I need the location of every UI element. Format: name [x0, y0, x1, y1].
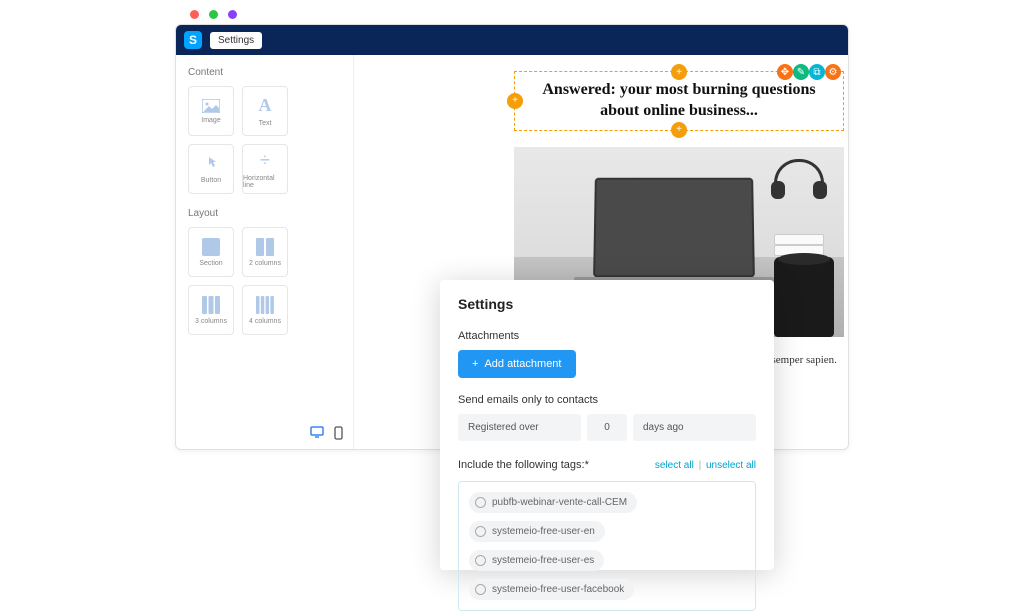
- tags-label: Include the following tags:*: [458, 459, 589, 471]
- tile-3col[interactable]: 3 columns: [188, 285, 234, 335]
- sidebar-content-label: Content: [188, 67, 341, 78]
- select-all-link[interactable]: select all: [655, 460, 694, 471]
- edit-handle[interactable]: ✎: [793, 64, 809, 80]
- tag-label: systemeio-free-user-en: [492, 526, 595, 537]
- tag-label: pubfb-webinar-vente-call-CEM: [492, 497, 627, 508]
- radio-icon: [475, 584, 486, 595]
- settings-modal: Settings Attachments + Add attachment Se…: [440, 280, 774, 570]
- image-icon: [202, 99, 220, 113]
- tile-hr-label: Horizontal line: [243, 175, 287, 189]
- pointer-icon: [203, 155, 219, 173]
- tile-2col[interactable]: 2 columns: [242, 227, 288, 277]
- add-attachment-button[interactable]: + Add attachment: [458, 350, 576, 378]
- tile-section-label: Section: [199, 260, 222, 267]
- tag-item[interactable]: pubfb-webinar-vente-call-CEM: [469, 492, 637, 513]
- tile-text[interactable]: A Text: [242, 86, 288, 136]
- sidebar-layout-label: Layout: [188, 208, 341, 219]
- unselect-all-link[interactable]: unselect all: [706, 460, 756, 471]
- headline-block[interactable]: + + + ✎ ⧉ ⚙ ✥ Answered: your most burnin…: [514, 71, 844, 131]
- tag-label: systemeio-free-user-es: [492, 555, 594, 566]
- laptop-shape: [574, 177, 774, 297]
- cup-shape: [774, 257, 834, 337]
- modal-title: Settings: [458, 296, 756, 312]
- window-traffic-lights: [190, 10, 237, 19]
- headphones-shape: [774, 159, 824, 199]
- attachments-label: Attachments: [458, 330, 756, 342]
- add-attachment-label: Add attachment: [484, 358, 561, 370]
- tile-4col-label: 4 columns: [249, 318, 281, 325]
- add-handle-bottom[interactable]: +: [671, 122, 687, 138]
- mobile-preview-icon[interactable]: [334, 426, 343, 443]
- tag-item[interactable]: systemeio-free-user-es: [469, 550, 604, 571]
- desktop-preview-icon[interactable]: [310, 426, 324, 443]
- headline-text[interactable]: Answered: your most burning questions ab…: [529, 80, 829, 122]
- tile-image-label: Image: [201, 117, 220, 124]
- dot-minimize: [209, 10, 218, 19]
- two-col-icon: [256, 238, 274, 256]
- preview-toggle: [310, 426, 343, 443]
- radio-icon: [475, 497, 486, 508]
- copy-handle[interactable]: ⧉: [809, 64, 825, 80]
- tile-section[interactable]: Section: [188, 227, 234, 277]
- tile-hr[interactable]: ÷ Horizontal line: [242, 144, 288, 194]
- tags-header: Include the following tags:* select all …: [458, 459, 756, 471]
- registration-filter: Registered over 0 days ago: [458, 414, 756, 441]
- app-logo: S: [184, 31, 202, 49]
- tag-select-links: select all | unselect all: [655, 460, 756, 471]
- tile-image[interactable]: Image: [188, 86, 234, 136]
- move-handle[interactable]: ✥: [777, 64, 793, 80]
- tile-button[interactable]: Button: [188, 144, 234, 194]
- add-handle-left[interactable]: +: [507, 93, 523, 109]
- tile-4col[interactable]: 4 columns: [242, 285, 288, 335]
- text-icon: A: [259, 95, 272, 116]
- separator: |: [699, 460, 702, 471]
- tags-container: pubfb-webinar-vente-call-CEM systemeio-f…: [458, 481, 756, 611]
- four-col-icon: [256, 296, 274, 314]
- tile-2col-label: 2 columns: [249, 260, 281, 267]
- tag-label: systemeio-free-user-facebook: [492, 584, 624, 595]
- radio-icon: [475, 526, 486, 537]
- tile-text-label: Text: [259, 120, 272, 127]
- sidebar: Content Image A Text Button ÷ Horizontal…: [176, 55, 354, 449]
- add-handle-top[interactable]: +: [671, 64, 687, 80]
- layout-tiles: Section 2 columns 3 columns 4 columns: [188, 227, 341, 335]
- settings-handle[interactable]: ⚙: [825, 64, 841, 80]
- radio-icon: [475, 555, 486, 566]
- top-bar: S Settings: [176, 25, 848, 55]
- tag-item[interactable]: systemeio-free-user-en: [469, 521, 605, 542]
- three-col-icon: [202, 296, 220, 314]
- days-ago-select[interactable]: days ago: [633, 414, 756, 441]
- books-shape: [774, 222, 824, 256]
- section-icon: [202, 238, 220, 256]
- divide-icon: ÷: [260, 150, 270, 171]
- tile-3col-label: 3 columns: [195, 318, 227, 325]
- dot-maximize: [228, 10, 237, 19]
- topbar-settings-button[interactable]: Settings: [210, 32, 262, 49]
- registered-over-select[interactable]: Registered over: [458, 414, 581, 441]
- tag-item[interactable]: systemeio-free-user-facebook: [469, 579, 634, 600]
- content-tiles: Image A Text Button ÷ Horizontal line: [188, 86, 341, 194]
- dot-close: [190, 10, 199, 19]
- tile-button-label: Button: [201, 177, 221, 184]
- send-filter-label: Send emails only to contacts: [458, 394, 756, 406]
- plus-icon: +: [472, 358, 478, 370]
- days-input[interactable]: 0: [587, 414, 627, 441]
